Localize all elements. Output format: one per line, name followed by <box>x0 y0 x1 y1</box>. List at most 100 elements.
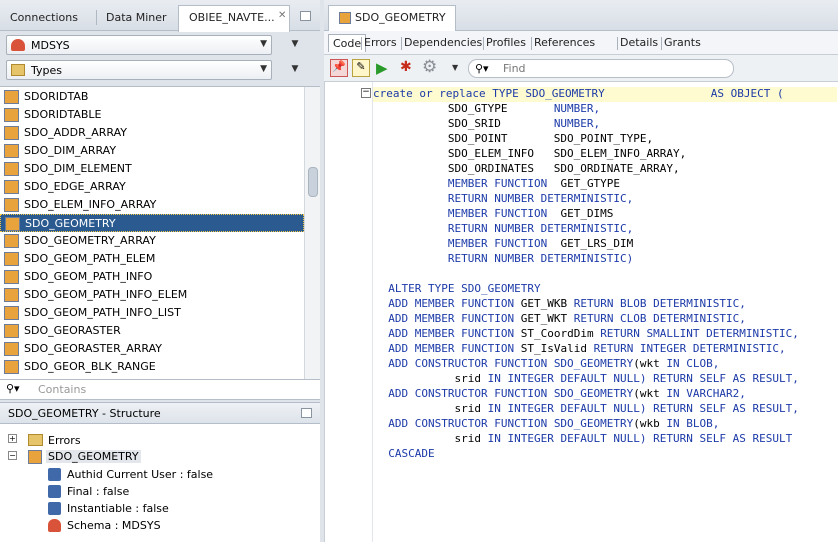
types-list: SDO_GEOR_BLK_RANGE SDO_GEORASTER_ARRAY SDO… <box>0 86 320 380</box>
code-keyword: IN BLOB, <box>666 417 720 430</box>
list-item[interactable]: SDO_GEOM_PATH_INFO_ELEM <box>0 286 304 304</box>
close-icon[interactable]: ✕ <box>278 10 286 21</box>
list-item[interactable]: SDO_ELEM_INFO_ARRAY <box>0 196 304 214</box>
code-line: srid IN INTEGER DEFAULT NULL) RETURN SEL… <box>375 402 798 417</box>
list-item[interactable]: SDO_GEOM_PATH_ELEM <box>0 250 304 268</box>
editor-toolbar: 📌 ✎ ▶ ✱ ⚙ ▼ ⚲▾ Find <box>324 55 838 82</box>
code-keyword: RETURN NUMBER DETERMINISTIC, <box>447 222 634 235</box>
code-text: GET_DIMS <box>547 207 614 220</box>
code-text: srid <box>375 432 488 445</box>
structure-node[interactable]: SDO_GEOMETRY <box>46 450 141 463</box>
type-icon <box>4 234 19 248</box>
list-item[interactable]: SDORIDTABLE <box>0 106 304 124</box>
pin-icon[interactable]: 📌 <box>330 59 348 77</box>
find-field[interactable]: ⚲▾ Find <box>468 59 734 78</box>
folder-icon <box>11 64 25 76</box>
code-line: create or replace TYPE SDO_GEOMETRY AS O… <box>373 87 837 102</box>
list-item[interactable]: SDO_GEOR_BLK_RANGE <box>0 358 304 376</box>
code-text: (wkb <box>633 417 667 430</box>
list-item[interactable]: SDORIDTAB <box>0 88 304 106</box>
code-keyword: MEMBER FUNCTION <box>447 207 548 220</box>
property-icon <box>48 468 61 481</box>
type-icon <box>4 108 19 122</box>
tab-connections[interactable]: Connections <box>0 6 88 31</box>
vertical-scrollbar[interactable] <box>304 87 320 379</box>
list-item[interactable]: SDO_DIM_ARRAY <box>0 142 304 160</box>
find-input[interactable]: Find <box>503 62 526 75</box>
structure-property[interactable]: Schema : MDSYS <box>67 519 161 532</box>
tab-grants[interactable]: Grants <box>664 36 701 49</box>
list-item-label: SDO_ADDR_ARRAY <box>24 126 127 139</box>
structure-property[interactable]: Authid Current User : false <box>67 468 213 481</box>
scrollbar-thumb[interactable] <box>308 167 318 197</box>
run-icon[interactable]: ▶ <box>376 59 388 77</box>
code-line: MEMBER FUNCTION GET_GTYPE <box>375 177 620 192</box>
code-text: SDO_SRID <box>375 117 554 130</box>
list-item-label: SDO_DIM_ELEMENT <box>24 162 132 175</box>
chevron-down-icon[interactable]: ▼ <box>452 63 458 72</box>
type-icon <box>4 360 19 374</box>
list-item[interactable]: SDO_GEOMETRY_ARRAY <box>0 232 304 250</box>
expand-icon[interactable]: + <box>8 434 17 443</box>
structure-property[interactable]: Final : false <box>67 485 129 498</box>
gear-icon[interactable]: ⚙ <box>422 57 437 77</box>
list-item-label: SDO_GEOM_PATH_INFO <box>24 270 153 283</box>
code-line: SDO_SRID NUMBER, <box>375 117 600 132</box>
tab-references[interactable]: References <box>534 36 595 49</box>
object-type-menu-button[interactable]: ▼ <box>280 60 310 80</box>
filter-input[interactable]: Contains <box>38 383 86 396</box>
tab-details[interactable]: Details <box>620 36 658 49</box>
minimize-icon[interactable] <box>300 11 311 21</box>
tab-obiee-navteq[interactable]: OBIEE_NAVTE... <box>178 5 290 32</box>
search-icon[interactable]: ⚲▾ <box>6 382 20 395</box>
filter-bar[interactable]: ⚲▾ Contains <box>0 380 320 400</box>
code-text: ST_CoordDim <box>514 327 601 340</box>
code-line: ADD MEMBER FUNCTION GET_WKB RETURN BLOB … <box>375 297 746 312</box>
list-item[interactable]: SDO_GEORASTER_ARRAY <box>0 340 304 358</box>
code-keyword: ADD CONSTRUCTOR FUNCTION SDO_GEOMETRY <box>388 417 634 430</box>
structure-errors[interactable]: Errors <box>48 434 81 447</box>
list-item-label: SDO_DIM_ARRAY <box>24 144 117 157</box>
list-item[interactable]: SDO_GEOM_PATH_INFO <box>0 268 304 286</box>
type-icon <box>4 324 19 338</box>
tab-dependencies[interactable]: Dependencies <box>404 36 482 49</box>
object-type-combo[interactable]: Types ▼ <box>6 60 272 80</box>
list-item[interactable]: SDO_EDGE_ARRAY <box>0 178 304 196</box>
property-icon <box>48 485 61 498</box>
tab-sdo-geometry[interactable]: SDO_GEOMETRY <box>328 5 456 32</box>
list-item-label: SDO_GEORASTER_ARRAY <box>24 342 163 355</box>
schema-combo[interactable]: MDSYS ▼ <box>6 35 272 55</box>
collapse-icon[interactable]: − <box>8 451 17 460</box>
minimize-icon[interactable] <box>301 408 312 418</box>
type-icon <box>4 252 19 266</box>
debug-icon[interactable]: ✱ <box>400 59 412 75</box>
list-item[interactable]: SDO_GEOMETRY <box>0 214 304 232</box>
structure-property[interactable]: Instantiable : false <box>67 502 169 515</box>
list-item-label: SDO_GEOR_BLK_RANGE <box>24 360 156 373</box>
edit-icon[interactable]: ✎ <box>352 59 370 77</box>
tab-errors[interactable]: Errors <box>364 36 397 49</box>
code-line: ALTER TYPE SDO_GEOMETRY <box>375 282 540 297</box>
code-text: GET_LRS_DIM <box>547 237 634 250</box>
code-keyword: ADD MEMBER FUNCTION <box>388 297 515 310</box>
code-line: srid IN INTEGER DEFAULT NULL) RETURN SEL… <box>375 372 798 387</box>
type-icon <box>4 306 19 320</box>
schema-menu-button[interactable]: ▼ <box>280 35 310 55</box>
list-item[interactable]: SDO_DIM_ELEMENT <box>0 160 304 178</box>
tab-profiles[interactable]: Profiles <box>486 36 526 49</box>
list-item[interactable]: SDO_GEOM_PATH_INFO_LIST <box>0 304 304 322</box>
tab-data-miner[interactable]: Data Miner <box>96 6 177 31</box>
collapse-icon[interactable]: − <box>361 88 371 98</box>
type-icon <box>4 288 19 302</box>
list-item[interactable]: SDO_ADDR_ARRAY <box>0 124 304 142</box>
code-editor[interactable]: − create or replace TYPE SDO_GEOMETRY AS… <box>324 82 838 542</box>
list-item-label: SDO_GEOMETRY_ARRAY <box>24 234 156 247</box>
list-item[interactable]: SDO_GEORASTER <box>0 322 304 340</box>
code-line: ADD CONSTRUCTOR FUNCTION SDO_GEOMETRY(wk… <box>375 387 746 402</box>
type-icon <box>5 217 20 231</box>
